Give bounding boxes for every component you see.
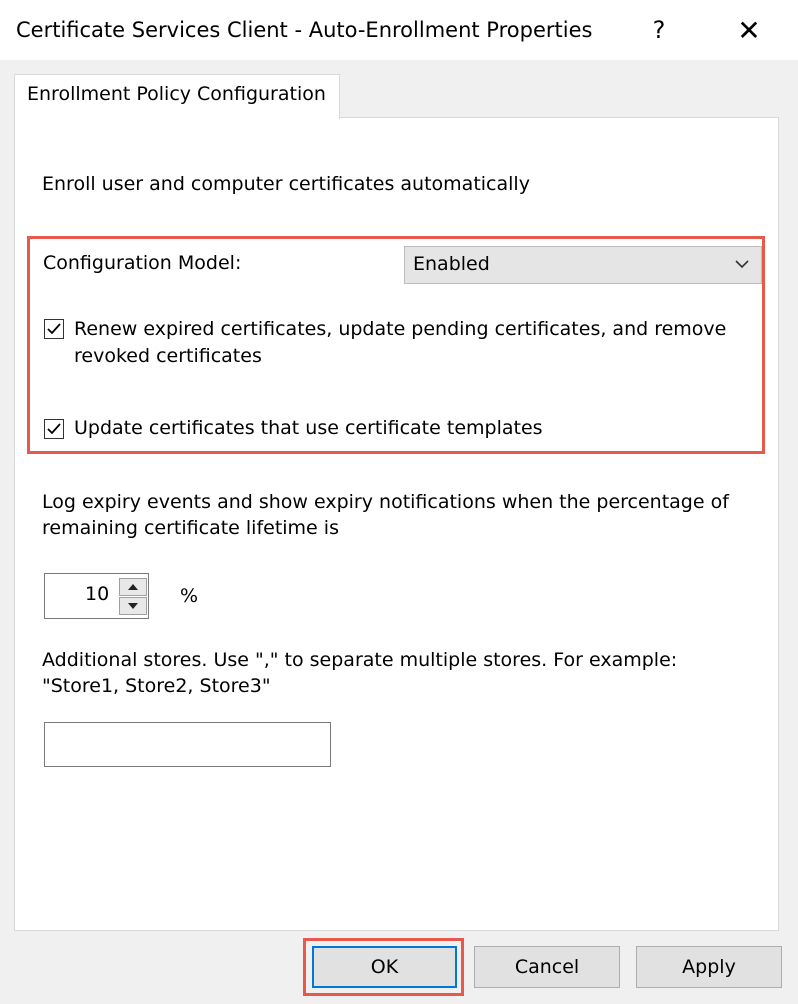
apply-button[interactable]: Apply [636, 946, 782, 988]
stepper-up-button[interactable] [119, 578, 147, 596]
configuration-model-select[interactable]: Enabled [404, 246, 762, 284]
update-certificates-checkbox[interactable] [44, 419, 64, 439]
tab-label: Enrollment Policy Configuration [27, 83, 326, 105]
stores-text-line2: "Store1, Store2, Store3" [42, 675, 271, 697]
cancel-button[interactable]: Cancel [474, 946, 620, 988]
ok-button-label: OK [370, 956, 399, 978]
apply-button-label: Apply [682, 956, 736, 978]
additional-stores-input[interactable] [44, 722, 331, 767]
expiry-percentage-stepper[interactable]: 10 [44, 573, 149, 619]
intro-text: Enroll user and computer certificates au… [42, 173, 530, 195]
ok-button[interactable]: OK [312, 946, 457, 988]
configuration-model-label: Configuration Model: [43, 252, 242, 274]
window-title: Certificate Services Client - Auto-Enrol… [16, 18, 593, 42]
expiry-text-line2: remaining certificate lifetime is [42, 517, 339, 539]
expiry-percentage-value: 10 [85, 583, 110, 605]
renew-certificates-label-line1: Renew expired certificates, update pendi… [74, 318, 727, 340]
tab-enrollment-policy[interactable]: Enrollment Policy Configuration [14, 74, 340, 119]
arrow-down-icon [128, 603, 138, 609]
percent-sign: % [180, 585, 199, 607]
configuration-model-value: Enabled [413, 253, 490, 275]
cancel-button-label: Cancel [514, 956, 580, 978]
renew-certificates-label-line2: revoked certificates [74, 345, 262, 367]
title-bar: Certificate Services Client - Auto-Enrol… [0, 0, 798, 60]
help-icon: ? [652, 16, 666, 44]
help-button[interactable]: ? [636, 10, 682, 50]
close-button[interactable]: ✕ [726, 10, 772, 50]
update-certificates-label: Update certificates that use certificate… [74, 417, 543, 439]
close-icon: ✕ [737, 13, 761, 47]
stepper-down-button[interactable] [119, 597, 147, 615]
chevron-down-icon [735, 260, 749, 269]
renew-certificates-checkbox[interactable] [44, 319, 64, 339]
checkmark-icon [47, 323, 61, 335]
expiry-text-line1: Log expiry events and show expiry notifi… [42, 491, 729, 513]
arrow-up-icon [128, 584, 138, 590]
stores-text-line1: Additional stores. Use "," to separate m… [42, 649, 678, 671]
checkmark-icon [47, 423, 61, 435]
